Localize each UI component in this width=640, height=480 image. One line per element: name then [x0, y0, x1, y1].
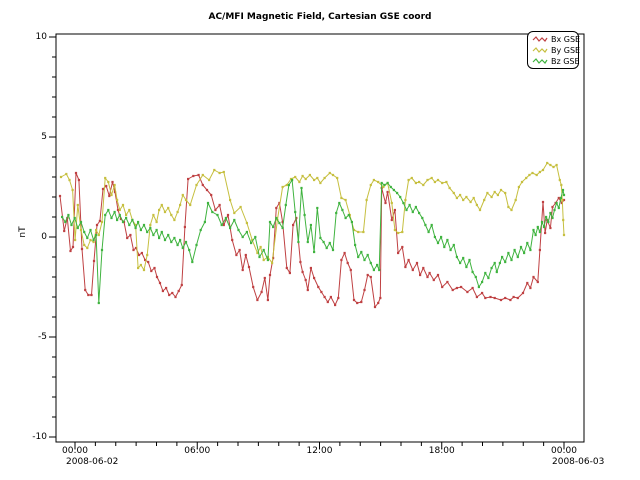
x-tick-label: 12:00: [295, 446, 345, 456]
plot-area: [0, 0, 640, 480]
series-markers-bx-gse: [59, 172, 565, 308]
y-tick-label: 5: [18, 132, 47, 142]
plot-window: AC/MFI Magnetic Field, Cartesian GSE coo…: [0, 0, 640, 480]
series-line-by-gse: [61, 163, 564, 270]
y-tick-label: 10: [18, 32, 47, 42]
y-tick-label: 0: [18, 232, 47, 242]
series-line-bz-gse: [62, 180, 564, 303]
legend-item-by: By GSE: [532, 45, 578, 55]
x-tick-label: 06:00: [172, 446, 222, 456]
x-tick-label: 00:00: [539, 446, 589, 456]
legend-item-bz: Bz GSE: [532, 56, 578, 66]
legend-line-sample-bx-icon: [532, 35, 548, 43]
legend-item-bx: Bx GSE: [532, 34, 578, 44]
x-date-label: 2008-06-02: [66, 457, 118, 467]
x-date-label: 2008-06-03: [552, 457, 604, 467]
legend-label-by: By GSE: [551, 46, 580, 55]
x-tick-label: 18:00: [417, 446, 467, 456]
legend-box: Bx GSE By GSE Bz GSE: [527, 31, 579, 69]
legend-line-sample-by-icon: [532, 46, 548, 54]
y-tick-label: -10: [18, 432, 47, 442]
y-tick-label: -5: [18, 332, 47, 342]
legend-label-bx: Bx GSE: [551, 35, 580, 44]
legend-label-bz: Bz GSE: [551, 57, 580, 66]
x-tick-label: 00:00: [50, 446, 100, 456]
legend-line-sample-bz-icon: [532, 57, 548, 65]
